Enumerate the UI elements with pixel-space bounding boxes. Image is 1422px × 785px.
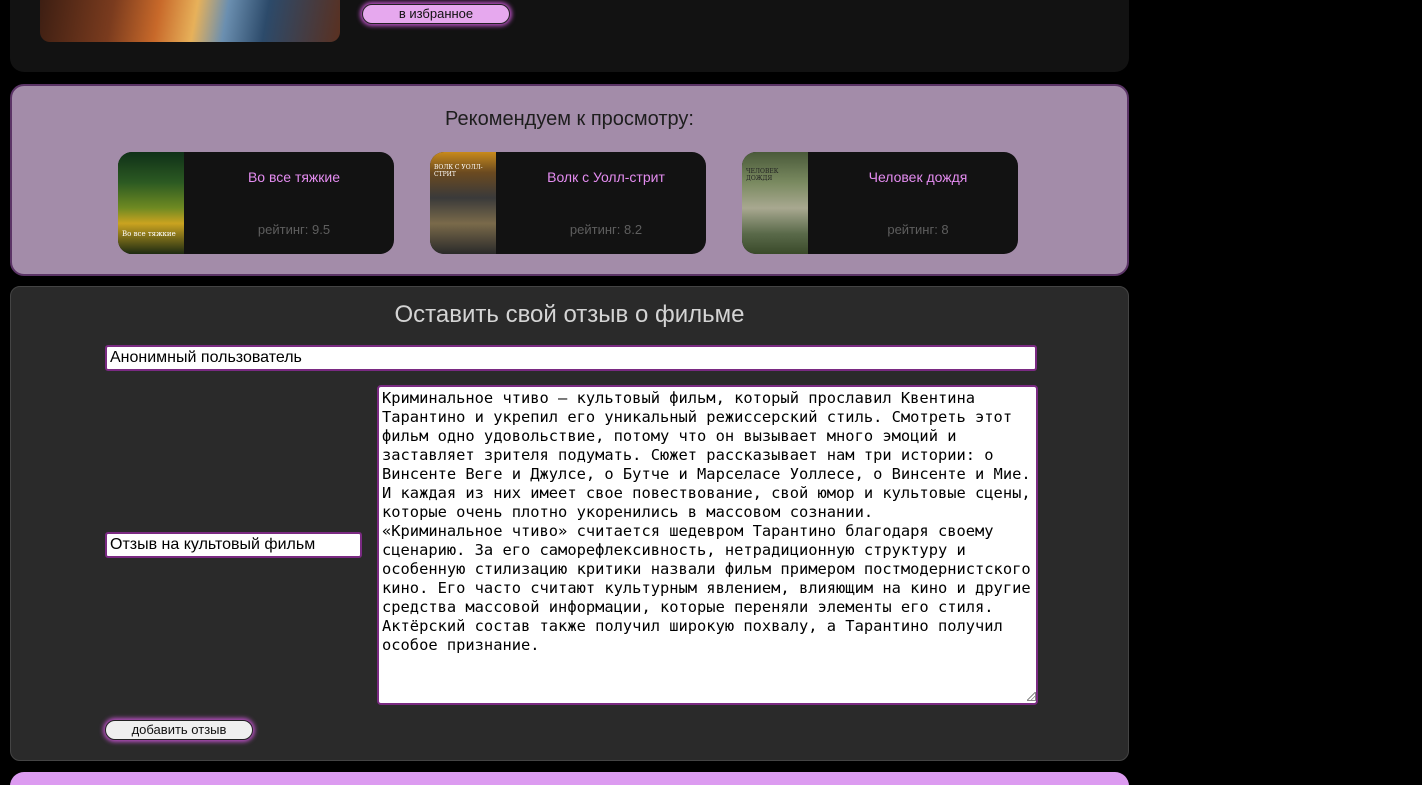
recommendation-rating: рейтинг: 8.2: [569, 222, 643, 237]
recommendation-poster: ВОЛК С УОЛЛ-СТРИТ: [430, 152, 496, 254]
recommendations-panel: Рекомендуем к просмотру: Во все тяжкие В…: [10, 84, 1129, 276]
movie-header-panel: в избранное: [10, 0, 1129, 72]
recommendation-title[interactable]: Волк с Уолл-стрит: [506, 169, 706, 185]
add-to-favorites-button[interactable]: в избранное: [362, 4, 510, 24]
poster-title-text: ВОЛК С УОЛЛ-СТРИТ: [434, 164, 483, 178]
movie-poster-image: [40, 0, 340, 42]
recommendation-rating: рейтинг: 9.5: [257, 222, 331, 237]
recommendation-poster: Во все тяжкие: [118, 152, 184, 254]
review-subject-input[interactable]: [105, 532, 362, 558]
poster-title-text: Во все тяжкие: [122, 230, 176, 238]
review-form-title: Оставить свой отзыв о фильме: [394, 301, 745, 328]
recommendation-card[interactable]: ЧЕЛОВЕК ДОЖДЯ Человек дождя рейтинг: 8: [742, 152, 1018, 254]
resize-handle-icon[interactable]: [1027, 692, 1036, 701]
recommendation-card[interactable]: ВОЛК С УОЛЛ-СТРИТ Волк с Уолл-стрит рейт…: [430, 152, 706, 254]
author-name-input[interactable]: [105, 345, 1037, 371]
review-text-area[interactable]: Криминальное чтиво — культовый фильм, ко…: [377, 385, 1038, 705]
recommendation-poster: ЧЕЛОВЕК ДОЖДЯ: [742, 152, 808, 254]
recommendation-rating: рейтинг: 8: [887, 222, 949, 237]
recommendation-title[interactable]: Во все тяжкие: [194, 169, 394, 185]
recommendation-title[interactable]: Человек дождя: [818, 169, 1018, 185]
recommendation-card[interactable]: Во все тяжкие Во все тяжкие рейтинг: 9.5: [118, 152, 394, 254]
recommendations-title: Рекомендуем к просмотру:: [445, 108, 694, 130]
next-section-panel: [10, 772, 1129, 785]
review-form-panel: Оставить свой отзыв о фильме Криминально…: [10, 286, 1129, 761]
add-review-button[interactable]: добавить отзыв: [105, 720, 253, 740]
poster-title-text: ЧЕЛОВЕК ДОЖДЯ: [746, 168, 779, 182]
